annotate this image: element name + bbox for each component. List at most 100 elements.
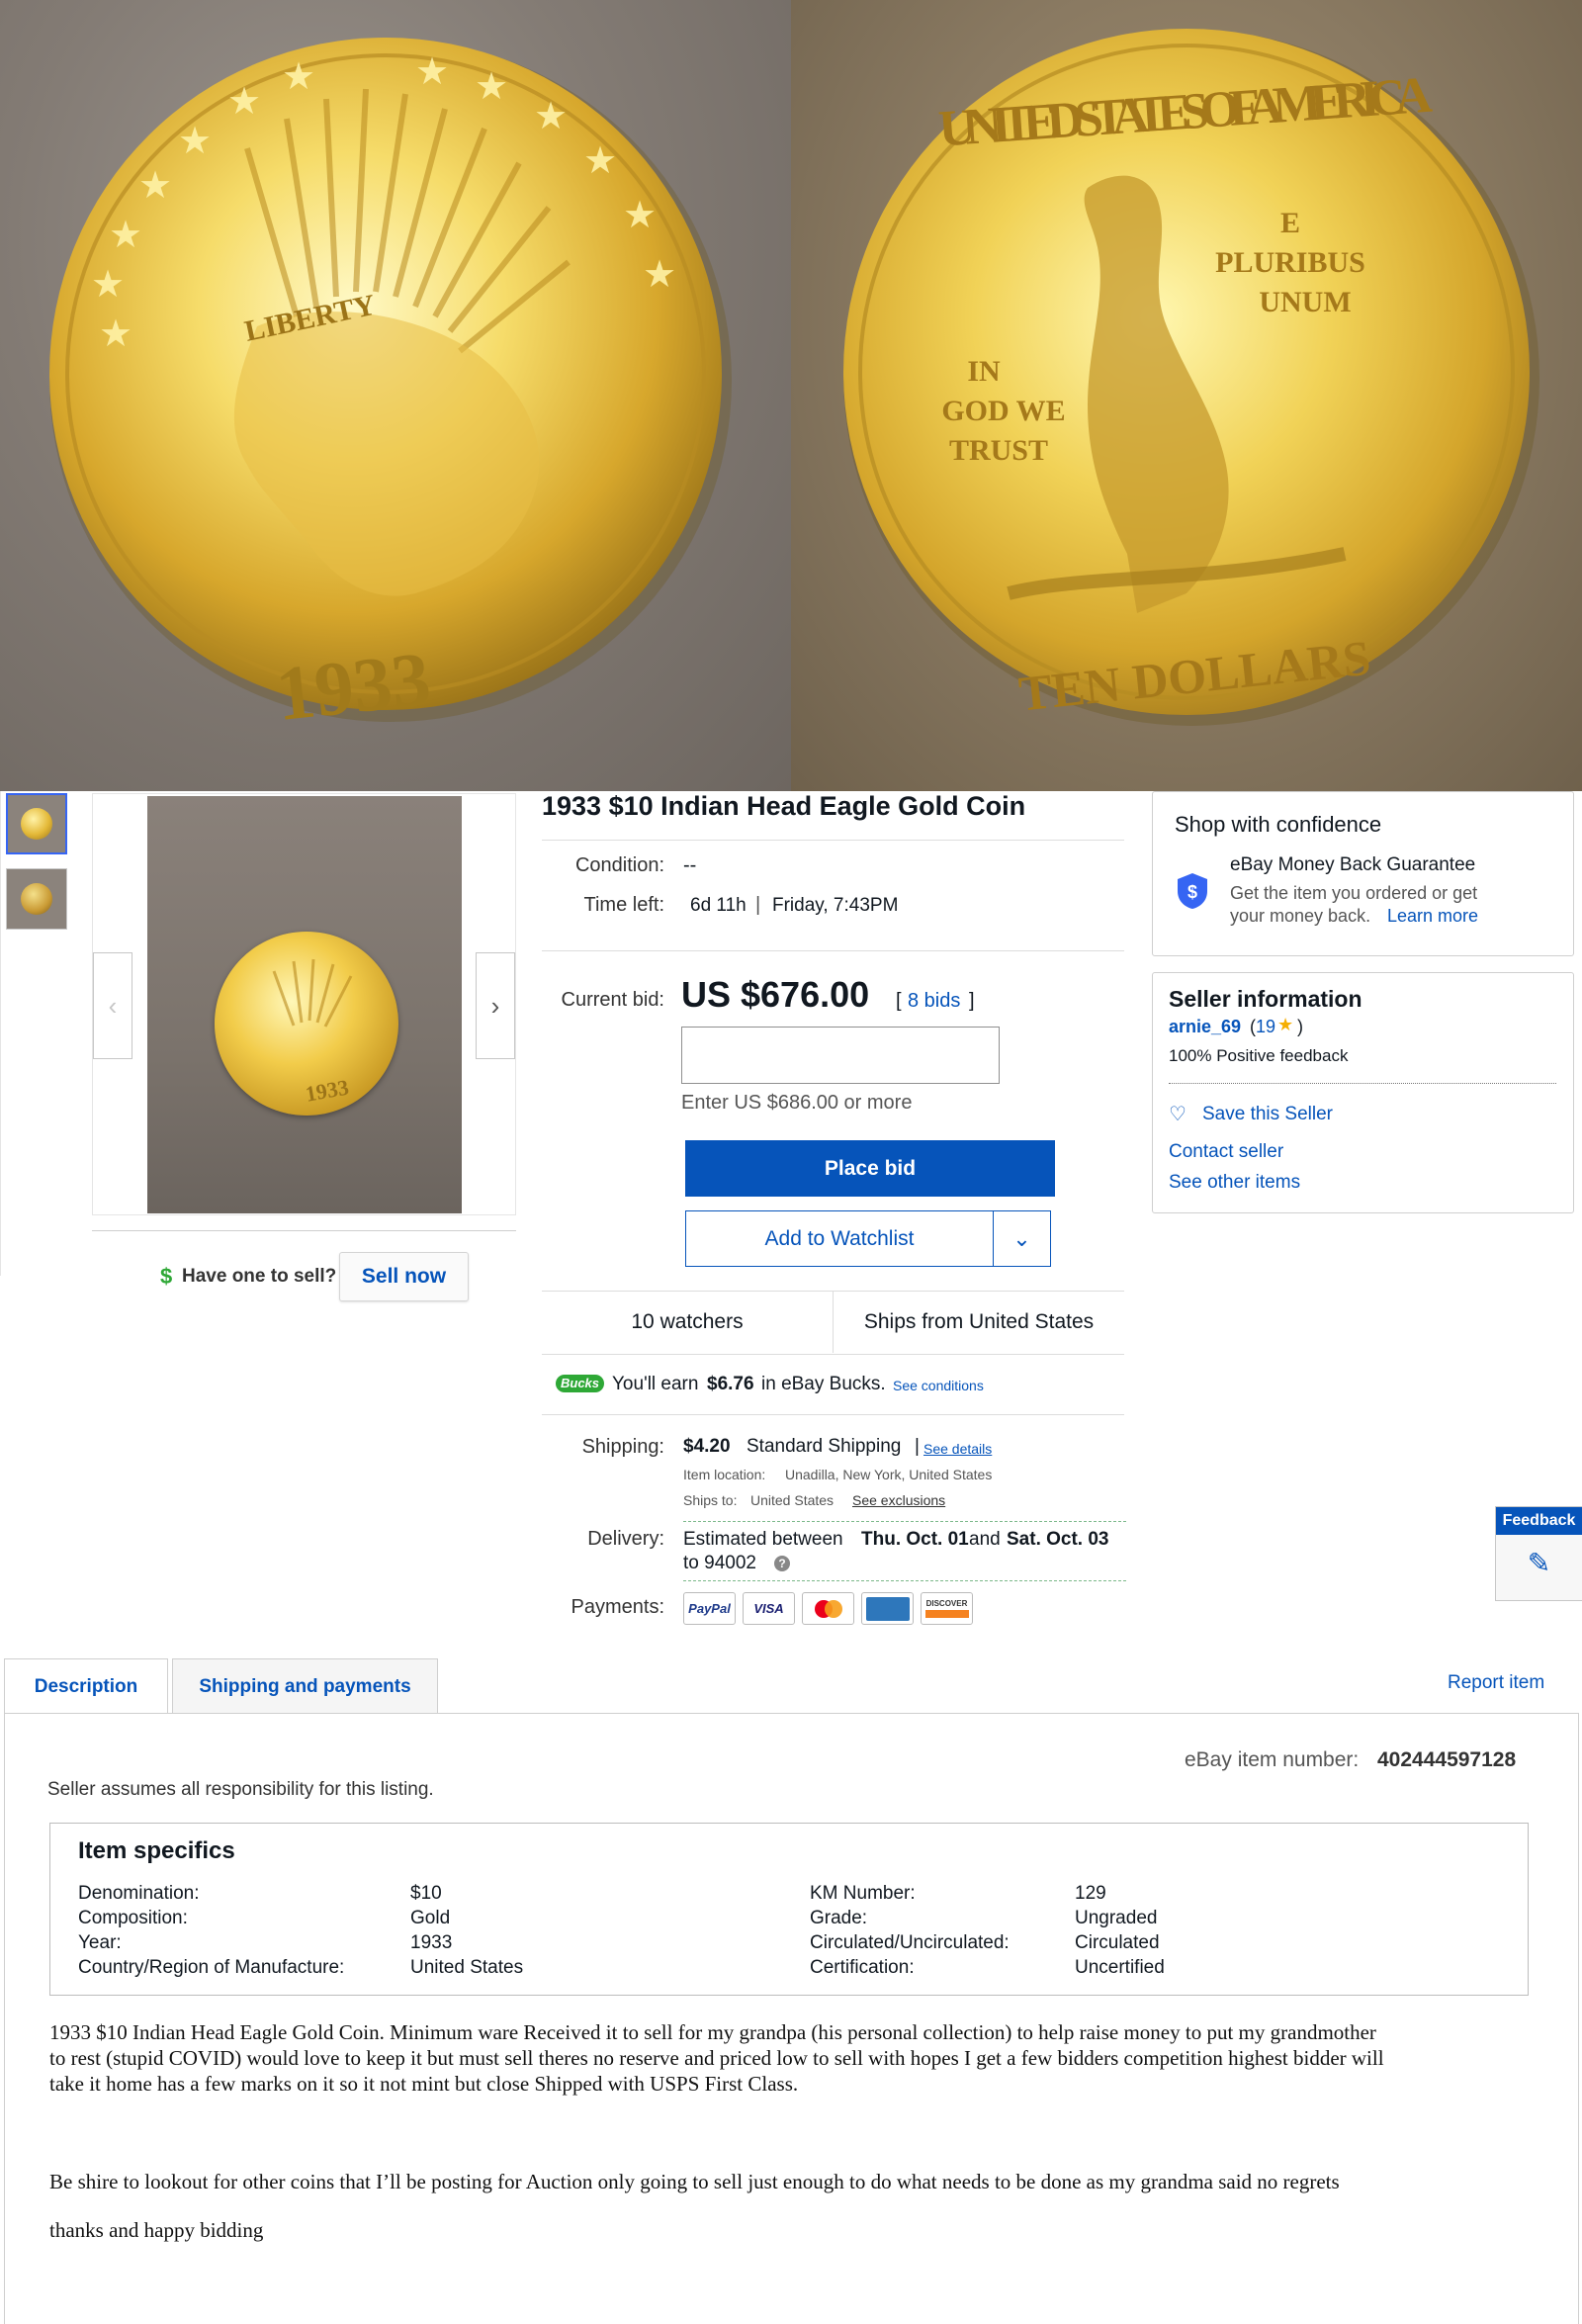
place-bid-button[interactable]: Place bid xyxy=(685,1140,1055,1197)
time-left-separator: | xyxy=(755,894,761,916)
bids-open-bracket: [ xyxy=(896,990,902,1012)
motto-pluribus: PLURIBUS xyxy=(1215,246,1365,279)
spec-value: United States xyxy=(410,1957,524,1978)
description-paragraph-1: 1933 $10 Indian Head Eagle Gold Coin. Mi… xyxy=(49,2019,1552,2097)
watchlist-dropdown-button[interactable]: ⌄ xyxy=(993,1210,1051,1267)
bid-amount-input[interactable] xyxy=(681,1027,1000,1084)
chevron-right-icon: › xyxy=(490,990,500,1021)
feedback-tab[interactable]: Feedback ✎ xyxy=(1495,1506,1582,1601)
coin-thumbnail-image xyxy=(21,883,52,915)
learn-more-link[interactable]: Learn more xyxy=(1387,906,1478,927)
item-specifics-title: Item specifics xyxy=(78,1837,235,1864)
mastercard-icon xyxy=(802,1592,854,1625)
spec-value: 1933 xyxy=(410,1932,453,1953)
delivery-and: and xyxy=(969,1529,1001,1550)
condition-label: Condition: xyxy=(574,854,664,876)
seller-responsibility: Seller assumes all responsibility for th… xyxy=(47,1779,434,1800)
gallery-next-button[interactable]: › xyxy=(476,952,515,1059)
bucks-text-1: You'll earn xyxy=(612,1374,699,1394)
time-rule xyxy=(542,950,1124,951)
item-location: Unadilla, New York, United States xyxy=(785,1467,993,1482)
shipping-service: Standard Shipping xyxy=(747,1436,902,1457)
description-line: to rest (stupid COVID) would love to kee… xyxy=(49,2046,1384,2070)
sell-prompt: Have one to sell? xyxy=(182,1266,337,1287)
seller-score-link[interactable]: 19 xyxy=(1256,1017,1275,1037)
obverse-coin-graphic: ★★ ★★ ★★ ★ ★ ★★ ★★ ★ LIBERTY 1933 xyxy=(49,38,732,737)
see-other-items-link[interactable]: See other items xyxy=(1169,1172,1300,1194)
svg-text:★: ★ xyxy=(227,81,261,123)
tab-shipping-and-payments[interactable]: Shipping and payments xyxy=(172,1658,438,1714)
spec-value: Gold xyxy=(410,1908,451,1928)
motto-unum: UNUM xyxy=(1259,286,1351,318)
svg-text:★: ★ xyxy=(282,56,315,98)
trust-trust: TRUST xyxy=(949,434,1048,467)
spec-key: Composition: xyxy=(78,1908,188,1928)
item-number: 402444597128 xyxy=(1377,1748,1517,1771)
star-icon: ★ xyxy=(1277,1015,1294,1034)
guarantee-title: eBay Money Back Guarantee xyxy=(1230,854,1476,875)
svg-text:$: $ xyxy=(1187,882,1197,902)
report-item-link[interactable]: Report item xyxy=(1448,1672,1544,1694)
bucks-text-2: in eBay Bucks. xyxy=(761,1374,886,1394)
seller-score-close: ) xyxy=(1297,1017,1303,1036)
gallery-prev-button[interactable]: ‹ xyxy=(93,952,132,1059)
spec-value: Uncertified xyxy=(1075,1957,1165,1978)
spec-value: Ungraded xyxy=(1075,1908,1158,1928)
description-line: take it home has a few marks on it so it… xyxy=(49,2072,799,2096)
edit-icon: ✎ xyxy=(1527,1548,1551,1578)
description-paragraph-2: Be shire to lookout for other coins that… xyxy=(49,2170,1340,2193)
svg-text:★: ★ xyxy=(91,264,125,306)
svg-text:★: ★ xyxy=(643,254,676,296)
svg-text:★: ★ xyxy=(109,215,142,256)
delivery-start: Thu. Oct. 01 xyxy=(861,1529,969,1550)
guarantee-desc-2: your money back. xyxy=(1230,906,1371,926)
time-left-value: 6d 11h xyxy=(690,895,747,916)
main-coin-graphic: 1933 xyxy=(215,932,398,1116)
bids-count-link[interactable]: 8 bids xyxy=(908,990,960,1013)
seller-title: Seller information xyxy=(1169,986,1362,1012)
heart-icon[interactable]: ♡ xyxy=(1169,1102,1186,1126)
specs-left-values: $10 Gold 1933 United States xyxy=(410,1881,523,1980)
delivery-to: to 94002 xyxy=(683,1553,756,1573)
coin-thumbnail-image xyxy=(21,808,52,840)
gallery-rule xyxy=(92,1230,516,1231)
see-exclusions-link[interactable]: See exclusions xyxy=(852,1492,945,1508)
add-to-watchlist-button[interactable]: Add to Watchlist xyxy=(685,1210,994,1267)
chevron-down-icon: ⌄ xyxy=(1012,1225,1031,1251)
current-bid-price: US $676.00 xyxy=(681,974,870,1015)
contact-seller-link[interactable]: Contact seller xyxy=(1169,1141,1283,1163)
seller-information-panel: Seller information arnie_69 ( 19 ★ ) 100… xyxy=(1152,972,1574,1213)
see-conditions-link[interactable]: See conditions xyxy=(893,1378,984,1393)
delivery-rule xyxy=(683,1580,1126,1581)
seller-rule xyxy=(1169,1083,1556,1084)
svg-text:★: ★ xyxy=(138,165,172,207)
title-rule xyxy=(542,840,1124,841)
obverse-year-text: 1933 xyxy=(272,635,434,737)
spec-key: Denomination: xyxy=(78,1883,200,1904)
description-paragraph-3: thanks and happy bidding xyxy=(49,2218,264,2242)
american-express-icon xyxy=(861,1592,914,1625)
seller-name-link[interactable]: arnie_69 xyxy=(1169,1017,1241,1037)
guarantee-desc-1: Get the item you ordered or get xyxy=(1230,883,1478,903)
trust-in: IN xyxy=(967,355,1001,388)
current-bid-label: Current bid: xyxy=(561,989,665,1011)
visa-icon: VISA xyxy=(743,1592,795,1625)
help-icon[interactable]: ? xyxy=(774,1556,790,1571)
save-seller-link[interactable]: Save this Seller xyxy=(1202,1104,1333,1125)
shipping-label: Shipping: xyxy=(581,1436,664,1458)
see-details-link[interactable]: See details xyxy=(923,1441,992,1457)
ships-to: United States xyxy=(750,1492,835,1508)
main-image-frame[interactable]: 1933 xyxy=(92,793,516,1215)
chevron-left-icon: ‹ xyxy=(108,990,118,1021)
sell-now-button[interactable]: Sell now xyxy=(339,1252,469,1301)
delivery-pre: Estimated between xyxy=(683,1529,843,1550)
main-coin-year: 1933 xyxy=(304,1074,351,1106)
bucks-rule xyxy=(542,1414,1124,1415)
thumbnail-2[interactable] xyxy=(6,868,67,930)
tab-description[interactable]: Description xyxy=(4,1658,168,1714)
shipping-cost: $4.20 xyxy=(683,1436,731,1457)
thumbnail-1[interactable] xyxy=(6,793,67,854)
ebay-bucks-badge: Bucks xyxy=(556,1375,604,1392)
svg-text:★: ★ xyxy=(99,313,132,355)
reverse-coin-graphic: UNITED STATES OF AMERICA E PLURIBUS UNUM… xyxy=(843,29,1539,726)
